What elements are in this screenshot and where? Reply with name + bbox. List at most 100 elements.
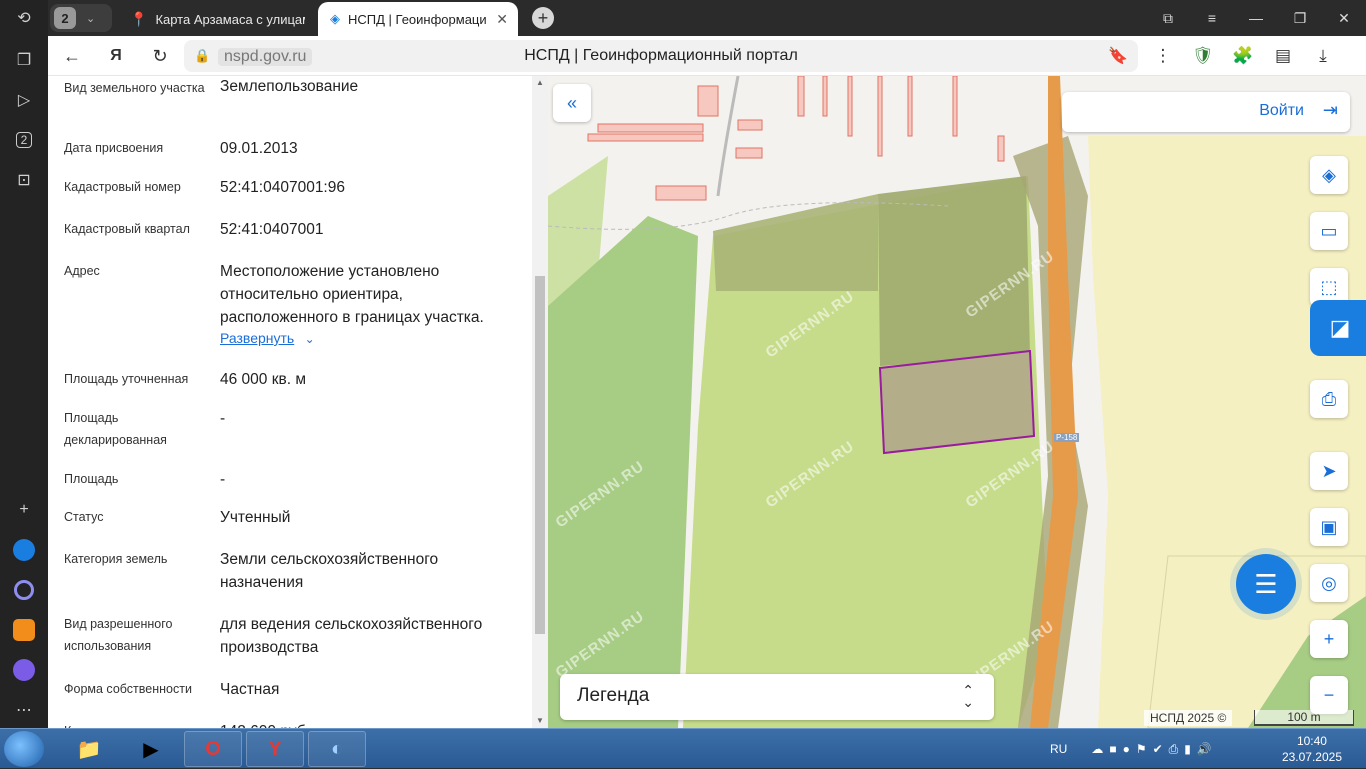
yandex-browser-icon[interactable]: Y — [246, 731, 304, 767]
zoom-out-icon: − — [1323, 684, 1335, 705]
tab-map-arzamas[interactable]: 📍 Карта Арзамаса с улицам — [118, 2, 316, 36]
alice-icon[interactable] — [10, 536, 38, 564]
chevron-down-icon: ⌄ — [86, 12, 96, 25]
ruler-icon: ▭ — [1320, 220, 1338, 241]
collections-icon[interactable]: ❐ — [10, 46, 38, 74]
network-icon[interactable]: ▮ — [1184, 742, 1191, 756]
tab-manager-icon[interactable]: ⧉ — [1146, 0, 1190, 36]
zoom-out-button[interactable]: − — [1310, 676, 1348, 714]
history-icon[interactable]: ⟲ — [10, 4, 38, 32]
omnibox[interactable]: 🔒 nspd.gov.ru НСПД | Геоинформационный п… — [184, 40, 1138, 72]
ruler-button[interactable]: ▭ — [1310, 212, 1348, 250]
scroll-up-icon[interactable]: ▲ — [536, 78, 544, 87]
security-icon[interactable]: ✔ — [1153, 742, 1163, 756]
close-window-icon[interactable]: ✕ — [1322, 0, 1366, 36]
new-tab-button[interactable]: + — [532, 7, 554, 29]
reader-icon[interactable]: ▤ — [1270, 44, 1296, 68]
login-label: Войти — [1259, 102, 1304, 119]
back-icon[interactable]: ← — [60, 44, 84, 68]
info-value: - — [220, 471, 226, 488]
screenshot-icon[interactable]: ⊡ — [10, 166, 38, 194]
explorer-icon[interactable]: 📁 — [60, 731, 118, 767]
info-value[interactable]: 52:41:0407001 — [220, 218, 520, 241]
layers-button[interactable]: ◈ — [1310, 156, 1348, 194]
browser-app-icon[interactable]: ◐ — [308, 731, 366, 767]
clock-date: 23.07.2025 — [1281, 750, 1342, 764]
opera-gx-icon[interactable] — [10, 576, 38, 604]
zoom-in-button[interactable]: + — [1310, 620, 1348, 658]
map-attribution: НСПД 2025 © — [1144, 710, 1233, 726]
zoom-in-icon: + — [1323, 628, 1335, 649]
minimize-icon[interactable]: — — [1234, 0, 1278, 36]
info-label: К — [64, 720, 209, 728]
mail-icon[interactable] — [10, 616, 38, 644]
navigate-icon: ➤ — [1321, 460, 1337, 481]
restore-icon[interactable]: ❐ — [1278, 0, 1322, 36]
reload-icon[interactable]: ↻ — [148, 44, 172, 68]
clock[interactable]: 10:40 23.07.2025 — [1282, 733, 1342, 765]
collapse-panel-button[interactable]: « — [553, 84, 591, 122]
info-label: Категория земель — [64, 552, 168, 566]
printer-tray-icon[interactable]: ⎙ — [1169, 742, 1179, 757]
menu-icon[interactable]: ≡ — [1190, 0, 1234, 36]
road-label: Р-158 — [1054, 433, 1080, 442]
close-tab-icon[interactable]: ✕ — [496, 11, 508, 28]
map-view[interactable]: GIPERNN.RU GIPERNN.RU GIPERNN.RU GIPERNN… — [548, 76, 1366, 728]
volume-icon[interactable]: 🔊 — [1197, 742, 1212, 756]
tab-group-badge: 2 — [15, 132, 33, 148]
info-label: Вид земельного участка — [64, 81, 205, 95]
info-value: - — [220, 410, 226, 427]
adblock-icon[interactable]: 🛡 — [1190, 44, 1216, 68]
login-button[interactable]: Войти ⇥ — [1062, 92, 1350, 132]
info-value: 142 600 руб. — [220, 720, 520, 728]
antivirus-icon[interactable]: ■ — [1109, 742, 1116, 756]
geo-search-button[interactable]: ◎ — [1310, 564, 1348, 602]
extension-icon[interactable]: 🧩 — [1230, 44, 1256, 68]
play-icon[interactable]: ▷ — [10, 86, 38, 114]
start-button[interactable] — [4, 731, 44, 767]
cloud-icon[interactable]: ☁ — [1091, 742, 1103, 756]
alisa-icon[interactable] — [10, 656, 38, 684]
tab-counter-button[interactable]: 2 ⌄ — [50, 4, 112, 32]
opera-icon[interactable]: O — [184, 731, 242, 767]
tab-group-icon[interactable]: 2 — [10, 126, 38, 154]
info-value: Земли сельскохозяйственного назначения — [220, 551, 439, 591]
nspd-favicon-icon: ◈ — [330, 11, 340, 26]
expand-address-link[interactable]: Развернуть ⌄ — [220, 330, 315, 348]
frame-button[interactable]: ▣ — [1310, 508, 1348, 546]
add-icon[interactable]: + — [10, 496, 38, 524]
yandex-icon[interactable]: Я — [104, 44, 128, 68]
more-icon[interactable]: ⋯ — [10, 696, 38, 724]
scale-bar: 100 m — [1254, 710, 1354, 726]
info-value: для ведения сельскохозяйственного произв… — [220, 616, 483, 656]
print-button[interactable]: ⎙ — [1310, 380, 1348, 418]
info-label: Форма собственности — [64, 682, 192, 696]
tab-nspd[interactable]: ◈ НСПД | Геоинформаци ✕ — [318, 2, 518, 36]
more-vertical-icon[interactable]: ⋮ — [1150, 44, 1176, 68]
system-tray: RU ☁ ■ ● ⚑ ✔ ⎙ ▮ 🔊 — [1050, 729, 1212, 769]
info-label: Адрес — [64, 264, 100, 278]
info-value[interactable]: 52:41:0407001:96 — [220, 176, 520, 199]
os-taskbar: 📁 ▶ O Y ◐ RU ☁ ■ ● ⚑ ✔ ⎙ ▮ 🔊 10:40 23.07… — [0, 728, 1366, 768]
legend-panel[interactable]: Легенда ⌃ ⌄ — [560, 674, 994, 720]
chat-button[interactable]: ☰ — [1236, 554, 1296, 614]
chat-icon: ☰ — [1254, 568, 1278, 599]
yandex-tray-icon[interactable]: ● — [1123, 742, 1130, 756]
media-player-icon[interactable]: ▶ — [122, 731, 180, 767]
scroll-down-icon[interactable]: ▼ — [536, 716, 544, 725]
download-icon[interactable]: ⤓ — [1310, 44, 1336, 68]
expand-collapse-icon: ⌃ ⌄ — [962, 682, 974, 710]
flag-icon[interactable]: ⚑ — [1136, 742, 1147, 756]
navigate-button[interactable]: ➤ — [1310, 452, 1348, 490]
info-label: Вид разрешенного использования — [64, 617, 173, 653]
language-indicator[interactable]: RU — [1050, 742, 1067, 756]
scrollbar-thumb[interactable] — [535, 276, 545, 634]
bookmark-icon[interactable]: 🔖 — [1108, 46, 1128, 66]
info-label: Кадастровый номер — [64, 180, 181, 194]
panel-scrollbar[interactable]: ▲ ▼ — [532, 76, 548, 728]
window-controls: ⧉ ≡ — ❐ ✕ — [1146, 0, 1366, 36]
tab-title: Карта Арзамаса с улицам — [155, 11, 306, 27]
nspd-panel-button[interactable]: ◪ — [1310, 300, 1366, 356]
toolbar-icons: ⋮ 🛡 🧩 ▤ ⤓ — [1150, 44, 1336, 68]
info-value: Учтенный — [220, 509, 291, 526]
